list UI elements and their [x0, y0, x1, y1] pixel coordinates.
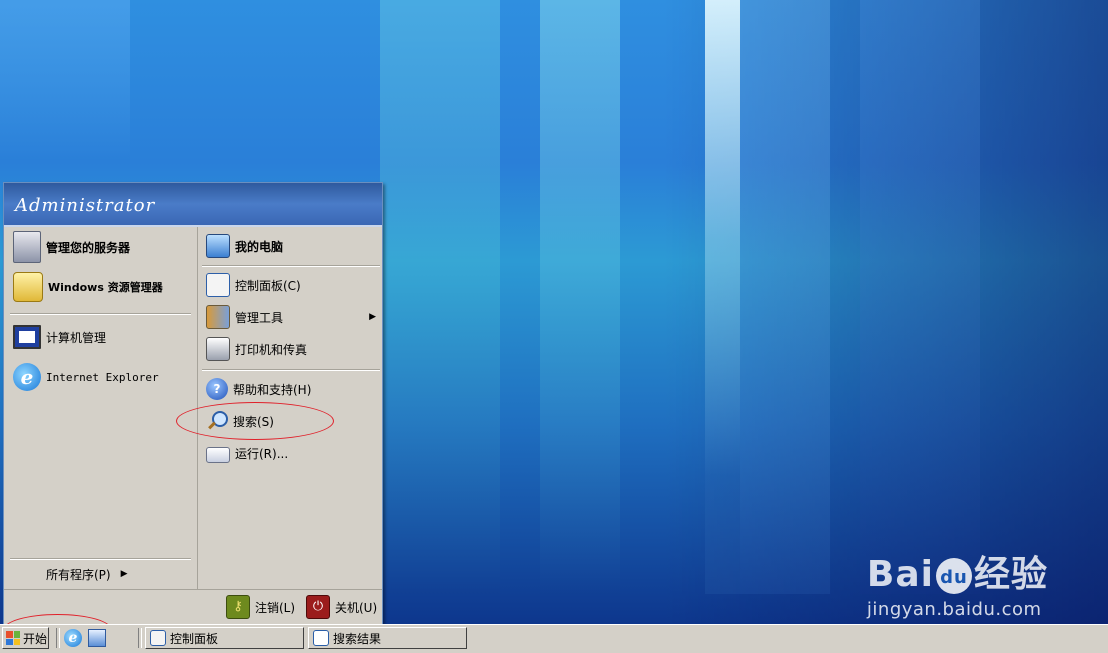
watermark-logo-right: 经验: [973, 554, 1048, 595]
menu-item-printers[interactable]: 打印机和传真: [206, 335, 307, 363]
taskbar-separator: [138, 628, 142, 648]
windows-flag-icon: [6, 631, 20, 645]
internet-explorer-icon: e: [13, 363, 41, 391]
run-icon: [206, 447, 230, 463]
watermark-logo: Bai du 经验: [867, 545, 1048, 597]
menu-item-label: 运行(R)...: [235, 446, 289, 461]
menu-separator: [10, 558, 191, 560]
menu-item-label: Windows 资源管理器: [48, 281, 163, 294]
logoff-label: 注销(L): [255, 600, 296, 615]
wallpaper-light: [540, 0, 620, 594]
paw-icon: du: [935, 558, 972, 594]
all-programs-button[interactable]: 所有程序(P) ▶: [46, 563, 128, 585]
start-label: 开始: [23, 631, 48, 646]
logoff-button[interactable]: ⚷ 注销(L): [226, 595, 296, 619]
taskbar: 开始 e 控制面板 搜索结果: [0, 624, 1108, 653]
quicklaunch-internet-explorer[interactable]: e: [64, 629, 82, 647]
menu-separator: [202, 265, 380, 267]
folder-magnifier-icon: [13, 272, 43, 302]
quicklaunch-show-desktop[interactable]: [88, 629, 106, 647]
menu-separator: [202, 369, 380, 371]
menu-item-control-panel[interactable]: 控制面板(C): [206, 271, 301, 299]
control-panel-icon: [206, 273, 230, 297]
menu-item-label: 控制面板(C): [235, 278, 301, 293]
menu-item-my-computer[interactable]: 我的电脑: [206, 231, 283, 261]
menu-item-label: 计算机管理: [46, 330, 107, 345]
help-icon: ?: [206, 378, 228, 400]
key-icon: ⚷: [226, 595, 250, 619]
wallpaper-light: [705, 0, 740, 594]
menu-item-windows-explorer[interactable]: Windows 资源管理器: [13, 271, 163, 303]
menu-item-internet-explorer[interactable]: e Internet Explorer: [13, 361, 159, 393]
user-name: Administrator: [15, 195, 156, 216]
menu-item-search[interactable]: 搜索(S): [206, 407, 274, 435]
menu-item-admin-tools[interactable]: 管理工具 ▶: [206, 303, 376, 331]
internet-explorer-icon: e: [68, 630, 78, 646]
task-search-results[interactable]: 搜索结果: [308, 627, 467, 649]
submenu-arrow-icon: ▶: [369, 312, 376, 322]
menu-item-label: 搜索(S): [233, 414, 274, 429]
start-menu-right-pane: 我的电脑 控制面板(C) 管理工具 ▶ 打印机和传真 ? 帮助和支持(H) 搜索…: [198, 227, 382, 589]
task-control-panel[interactable]: 控制面板: [145, 627, 304, 649]
all-programs-label: 所有程序(P): [46, 567, 111, 582]
menu-item-manage-server[interactable]: 管理您的服务器: [13, 231, 130, 263]
admin-tools-icon: [206, 305, 230, 329]
start-menu-left-pane: 管理您的服务器 Windows 资源管理器 计算机管理 e Internet E…: [4, 227, 198, 589]
watermark-logo-left: Bai: [866, 554, 934, 595]
menu-item-help[interactable]: ? 帮助和支持(H): [206, 375, 311, 403]
arrow-right-icon: ▶: [120, 569, 128, 579]
task-label: 控制面板: [170, 631, 219, 646]
baidu-jingyan-watermark: Bai du 经验 jingyan.baidu.com: [867, 545, 1048, 620]
wallpaper-light: [740, 0, 830, 594]
quicklaunch-separator: [56, 628, 60, 648]
start-button[interactable]: 开始: [2, 627, 49, 649]
menu-item-label: 帮助和支持(H): [233, 382, 312, 397]
wallpaper-light: [0, 0, 130, 160]
search-icon: [206, 410, 228, 432]
start-menu: Administrator 管理您的服务器 Windows 资源管理器 计算机管…: [3, 182, 383, 624]
wallpaper-light: [380, 0, 500, 594]
wallpaper-light: [860, 0, 980, 594]
shutdown-button[interactable]: ⏻ 关机(U): [306, 595, 378, 619]
menu-item-label: Internet Explorer: [46, 370, 159, 384]
server-icon: [13, 231, 41, 263]
menu-item-label: 我的电脑: [235, 239, 284, 254]
printer-icon: [206, 337, 230, 361]
shutdown-label: 关机(U): [335, 600, 378, 615]
menu-item-label: 打印机和传真: [235, 342, 308, 357]
start-menu-header: Administrator: [4, 183, 382, 227]
my-computer-icon: [206, 234, 230, 258]
search-results-icon: [313, 630, 329, 646]
menu-item-label: 管理您的服务器: [46, 240, 131, 255]
menu-item-run[interactable]: 运行(R)...: [206, 439, 288, 467]
task-label: 搜索结果: [333, 631, 382, 646]
menu-separator: [10, 313, 191, 315]
power-icon: ⏻: [306, 595, 330, 619]
menu-item-label: 管理工具: [235, 310, 284, 325]
start-menu-footer: ⚷ 注销(L) ⏻ 关机(U): [4, 589, 382, 624]
menu-item-computer-management[interactable]: 计算机管理: [13, 321, 106, 353]
computer-management-icon: [13, 325, 41, 349]
control-panel-icon: [150, 630, 166, 646]
watermark-url: jingyan.baidu.com: [866, 599, 1042, 620]
